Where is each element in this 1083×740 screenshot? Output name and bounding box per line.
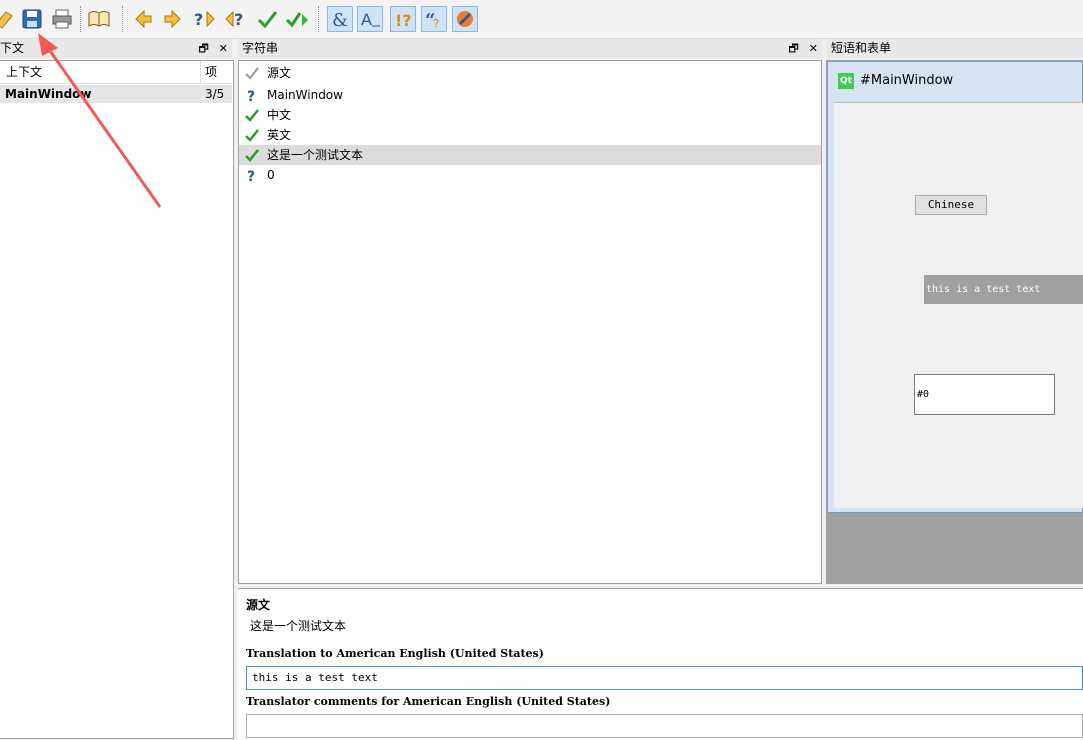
column-header-items[interactable]: 项 [205,61,217,83]
qt-logo-icon: Qt [838,73,854,89]
translation-label: Translation to American English (United … [246,647,544,660]
done-next-icon[interactable] [284,6,310,32]
translation-input[interactable]: this is a test text [246,666,1083,690]
svg-text:&: & [332,10,348,30]
column-header-context[interactable]: 上下文 [6,61,42,83]
svg-text:?: ? [194,10,203,29]
prev-unfinished-icon[interactable]: ? [191,6,217,32]
form-titlebar: Qt #MainWindow [836,70,1083,94]
phrasebook-icon[interactable] [86,6,112,32]
phrases-dock-title: 短语和表单 [827,39,1083,58]
float-icon[interactable]: 🗗 [788,42,798,55]
prev-icon[interactable] [130,6,156,32]
list-item[interactable]: ? MainWindow [239,85,821,105]
comments-input[interactable] [246,714,1083,738]
check-icon [245,149,259,162]
svg-text:?: ? [433,17,439,30]
context-row-mainwindow[interactable]: MainWindow 3/5 [0,85,232,103]
open-icon[interactable] [0,6,18,32]
svg-text:?: ? [234,10,243,29]
list-item-selected[interactable]: 这是一个测试文本 [239,145,821,165]
translation-editor: 源文 这是一个测试文本 Translation to American Engl… [238,588,1083,740]
string-text: 中文 [267,108,292,122]
string-text: MainWindow [267,88,343,102]
context-count: 3/5 [205,87,225,101]
form-title: #MainWindow [860,73,954,88]
string-text: 这是一个测试文本 [267,148,364,162]
punctuation-icon[interactable]: !? [390,6,416,32]
string-text: 0 [267,168,275,182]
list-item[interactable]: ? 0 [239,165,821,185]
form-body: Chinese this is a test text #0 [834,102,1083,508]
context-dock-title: 下文 🗗 ✕ [0,39,232,58]
question-icon: ? [247,89,255,103]
accelerator-icon[interactable]: & [327,6,353,32]
print-icon[interactable] [49,6,75,32]
check-icon [245,129,259,142]
string-text: 源文 [267,66,292,80]
context-list-header: 上下文 项 [0,61,232,84]
close-icon[interactable]: ✕ [219,42,228,55]
next-unfinished-icon[interactable]: ? [223,6,249,32]
svg-text:?: ? [247,89,255,103]
strings-dock-title: 字符串 🗗 ✕ [238,39,822,58]
form-window: Qt #MainWindow Chinese this is a test te… [827,61,1083,513]
placemarker-icon[interactable] [452,6,478,32]
check-gray-icon [245,67,259,80]
surrounding-whitespace-icon[interactable]: A [357,6,383,32]
list-item[interactable]: 中文 [239,105,821,125]
context-dock-label: 下文 [0,41,25,55]
form-chinese-button[interactable]: Chinese [915,195,987,215]
next-icon[interactable] [160,6,186,32]
close-icon[interactable]: ✕ [809,42,818,55]
save-icon[interactable] [19,6,45,32]
check-icon [245,109,259,122]
float-icon[interactable]: 🗗 [198,42,208,55]
comments-label: Translator comments for American English… [246,695,611,708]
question-icon: ? [247,169,255,183]
phrases-dock-label: 短语和表单 [831,41,892,55]
list-item[interactable]: 英文 [239,125,821,145]
form-line-edit[interactable]: #0 [914,374,1055,415]
strings-list: 源文 ? MainWindow 中文 英文 这是一个测试文本 ? 0 [238,60,822,584]
string-text: 英文 [267,128,292,142]
context-name: MainWindow [5,87,92,101]
form-label-highlight: this is a test text [924,275,1083,304]
phrase-match-icon[interactable]: “? [421,6,447,32]
svg-text:A: A [361,10,372,29]
form-preview-area: Qt #MainWindow Chinese this is a test te… [826,60,1083,584]
svg-text:?: ? [247,169,255,183]
list-item[interactable]: 源文 [239,63,821,83]
context-list: 上下文 项 MainWindow 3/5 [0,60,234,739]
source-text: 这是一个测试文本 [250,619,347,633]
main-toolbar: ? ? & A !? “? [0,0,1083,39]
done-icon[interactable] [254,6,280,32]
strings-dock-label: 字符串 [242,41,279,55]
svg-text:!?: !? [395,11,412,30]
source-label: 源文 [246,598,271,612]
